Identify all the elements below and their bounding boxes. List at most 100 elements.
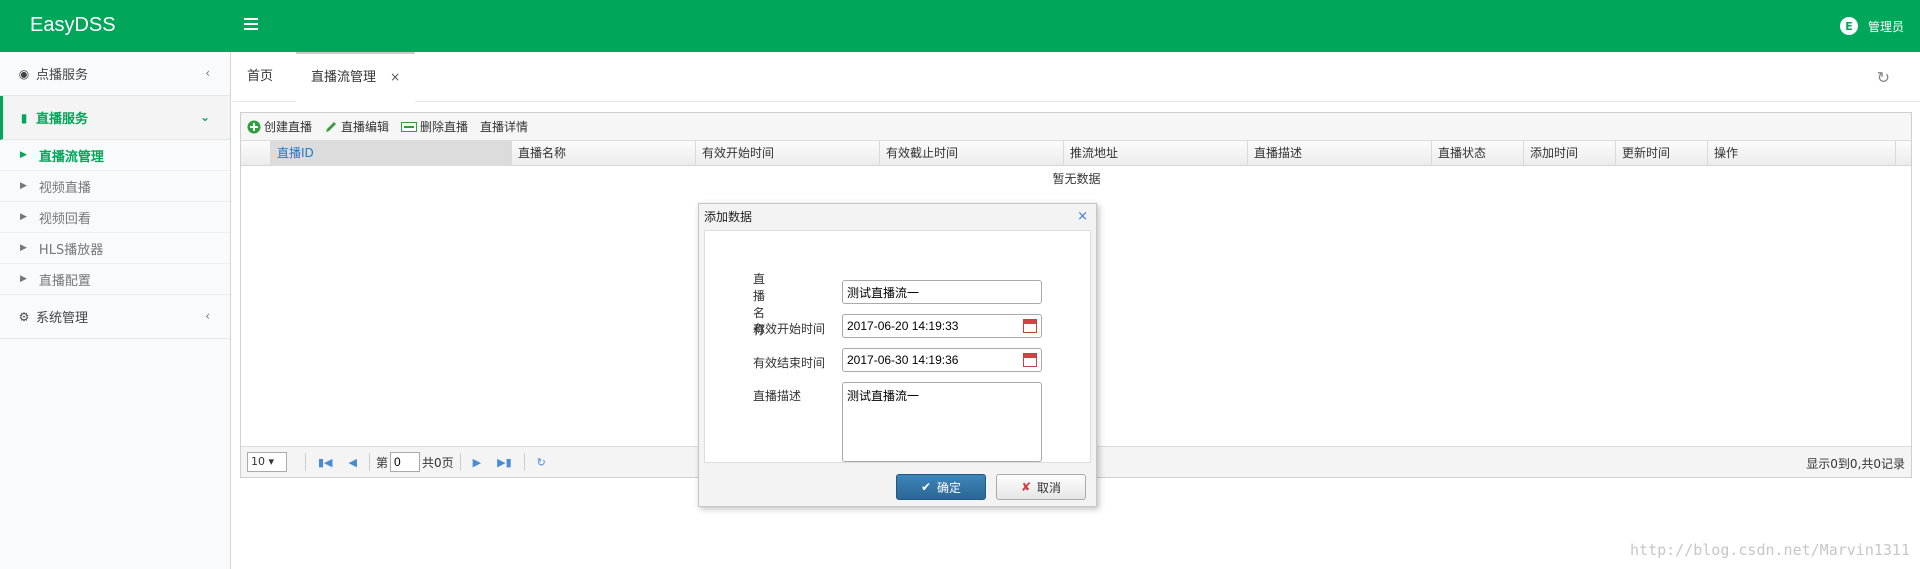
sidebar-toggle-icon[interactable]: [244, 18, 258, 30]
top-navbar: EasyDSS E 管理员: [0, 0, 1920, 52]
calendar-icon[interactable]: [1023, 353, 1037, 367]
delete-live-label: 删除直播: [420, 120, 469, 134]
add-icon: [247, 120, 261, 134]
chevron-left-icon: ‹: [205, 309, 210, 323]
caret-right-icon: ▶: [20, 150, 27, 160]
dialog-footer: ✔ 确定 ✘ 取消: [699, 466, 1096, 506]
checkmark-icon: ✔: [920, 480, 932, 494]
sidebar-item-live-video[interactable]: ▶ 视频直播: [0, 171, 230, 202]
tab-label: 首页: [247, 69, 274, 84]
sidebar-item-live-stream-manage[interactable]: ▶ 直播流管理: [0, 140, 230, 171]
sidebar-item-label: HLS播放器: [38, 242, 104, 258]
caret-right-icon: ▶: [20, 181, 27, 191]
column-header-push-url[interactable]: 推流地址: [1064, 141, 1248, 166]
end-time-input[interactable]: 2017-06-30 14:19:36: [842, 348, 1042, 372]
last-page-icon[interactable]: ▶▮: [497, 456, 512, 469]
column-header-start-time[interactable]: 有效开始时间: [696, 141, 880, 166]
watermark-text: http://blog.csdn.net/Marvin1311: [1630, 541, 1910, 559]
remove-icon: [401, 121, 418, 133]
pager-divider: [523, 453, 525, 471]
grid-toolbar: 创建直播 直播编辑 删除直播 直播详情: [241, 113, 1911, 141]
calendar-icon[interactable]: [1023, 319, 1037, 333]
description-textarea[interactable]: 测试直播流一: [842, 382, 1042, 462]
pager-info: 显示0到0,共0记录: [1806, 457, 1905, 471]
start-time-label: 有效开始时间: [753, 322, 826, 336]
grid-header: 直播ID 直播名称 有效开始时间 有效截止时间 推流地址 直播描述 直播状态 添…: [241, 141, 1911, 166]
page-size-select[interactable]: 10 ▾: [247, 452, 287, 472]
tab-home[interactable]: 首页: [232, 52, 288, 102]
live-detail-label: 直播详情: [480, 120, 529, 134]
sidebar-item-live-config[interactable]: ▶ 直播配置: [0, 264, 230, 295]
sidebar-item-label: 直播配置: [38, 273, 91, 289]
user-name: 管理员: [1867, 19, 1904, 34]
start-time-value: 2017-06-20 14:19:33: [847, 319, 959, 333]
play-circle-icon: ◉: [18, 66, 30, 81]
close-icon[interactable]: ×: [390, 70, 400, 84]
page-total-label: 共0页: [422, 455, 454, 470]
cross-icon: ✘: [1020, 480, 1032, 494]
start-time-input[interactable]: 2017-06-20 14:19:33: [842, 314, 1042, 338]
refresh-icon[interactable]: ↻: [1877, 68, 1890, 87]
edit-live-label: 直播编辑: [341, 120, 390, 134]
sidebar-group-live[interactable]: ▮ 直播服务 ⌄: [0, 96, 230, 140]
column-header-live-name[interactable]: 直播名称: [512, 141, 696, 166]
reload-icon[interactable]: ↻: [537, 456, 546, 469]
column-header-description[interactable]: 直播描述: [1248, 141, 1432, 166]
brand-logo[interactable]: EasyDSS: [30, 14, 116, 37]
create-live-button[interactable]: 创建直播: [247, 118, 312, 135]
description-label: 直播描述: [753, 389, 802, 403]
header-rownum-cell: [241, 141, 271, 166]
next-page-icon[interactable]: ▶: [473, 456, 481, 469]
add-data-dialog: 添加数据 × 直播名称 有效开始时间 2017-06-20 14:19:33 有…: [698, 203, 1097, 507]
column-header-update-time[interactable]: 更新时间: [1616, 141, 1708, 166]
pager-divider: [305, 453, 306, 471]
pager-divider: [368, 453, 370, 471]
sidebar-group-label: 点播服务: [36, 68, 89, 83]
dialog-title: 添加数据: [704, 210, 753, 224]
sidebar-item-hls-player[interactable]: ▶ HLS播放器: [0, 233, 230, 264]
column-header-status[interactable]: 直播状态: [1432, 141, 1524, 166]
column-header-live-id[interactable]: 直播ID: [271, 141, 512, 166]
tab-label: 直播流管理: [311, 70, 377, 85]
prev-page-icon[interactable]: ◀: [349, 456, 357, 469]
live-detail-button[interactable]: 直播详情: [480, 118, 528, 135]
confirm-button[interactable]: ✔ 确定: [896, 474, 986, 500]
end-time-label: 有效结束时间: [753, 356, 826, 370]
pencil-icon: [324, 120, 338, 134]
gear-icon: ⚙: [18, 309, 30, 324]
sidebar-group-system[interactable]: ⚙ 系统管理 ‹: [0, 295, 230, 339]
end-time-value: 2017-06-30 14:19:36: [847, 353, 959, 367]
delete-live-button[interactable]: 删除直播: [401, 118, 468, 135]
sidebar-group-label: 直播服务: [36, 112, 89, 127]
cancel-button[interactable]: ✘ 取消: [996, 474, 1086, 500]
sidebar: ◉ 点播服务 ‹ ▮ 直播服务 ⌄ ▶ 直播流管理 ▶ 视频直播 ▶ 视频回看 …: [0, 52, 231, 569]
user-avatar-icon: E: [1839, 17, 1858, 35]
caret-right-icon: ▶: [20, 274, 27, 284]
tab-live-stream-manage[interactable]: 直播流管理 ×: [296, 52, 416, 102]
chevron-left-icon: ‹: [205, 66, 210, 80]
sidebar-item-playback[interactable]: ▶ 视频回看: [0, 202, 230, 233]
create-live-label: 创建直播: [264, 120, 313, 134]
column-header-actions[interactable]: 操作: [1708, 141, 1896, 166]
sidebar-group-vod[interactable]: ◉ 点播服务 ‹: [0, 52, 230, 96]
user-menu[interactable]: E 管理员: [1839, 17, 1904, 35]
pager-divider: [459, 453, 461, 471]
caret-right-icon: ▶: [20, 212, 27, 222]
first-page-icon[interactable]: ▮◀: [318, 456, 333, 469]
column-header-end-time[interactable]: 有效截止时间: [880, 141, 1064, 166]
sidebar-group-label: 系统管理: [36, 311, 89, 326]
cancel-label: 取消: [1037, 480, 1062, 495]
close-icon[interactable]: ×: [1077, 209, 1088, 224]
empty-message: 暂无数据: [1052, 172, 1101, 186]
edit-live-button[interactable]: 直播编辑: [324, 118, 389, 135]
live-name-input[interactable]: [842, 280, 1042, 304]
video-camera-icon: ▮: [20, 110, 28, 125]
sidebar-item-label: 视频回看: [38, 211, 91, 227]
dialog-form: 直播名称 有效开始时间 2017-06-20 14:19:33 有效结束时间 2…: [704, 230, 1091, 463]
tab-bar: 首页 直播流管理 × ↻: [232, 52, 1920, 102]
column-header-add-time[interactable]: 添加时间: [1524, 141, 1616, 166]
confirm-label: 确定: [937, 480, 962, 495]
sidebar-item-label: 视频直播: [38, 180, 91, 196]
sidebar-item-label: 直播流管理: [38, 149, 104, 165]
page-number-input[interactable]: [390, 452, 420, 472]
